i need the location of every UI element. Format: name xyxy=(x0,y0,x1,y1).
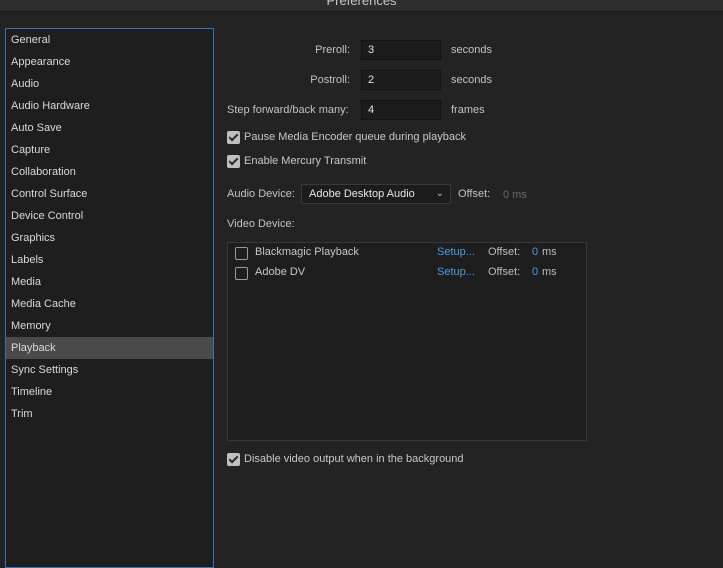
pause-encoder-checkbox[interactable] xyxy=(227,130,240,144)
device-offset-label: Offset: xyxy=(488,266,521,278)
device-offset-value[interactable]: 0 xyxy=(532,246,538,258)
sidebar-item-collaboration[interactable]: Collaboration xyxy=(6,161,213,183)
sidebar-item-playback[interactable]: Playback xyxy=(6,337,213,359)
pause-encoder-option[interactable]: Pause Media Encoder queue during playbac… xyxy=(227,129,466,145)
sidebar-item-graphics[interactable]: Graphics xyxy=(6,227,213,249)
disable-background-checkbox[interactable] xyxy=(227,452,240,466)
sidebar-item-media[interactable]: Media xyxy=(6,271,213,293)
sidebar-item-capture[interactable]: Capture xyxy=(6,139,213,161)
postroll-label: Postroll: xyxy=(310,74,350,86)
sidebar-item-device-control[interactable]: Device Control xyxy=(6,205,213,227)
video-device-row: Blackmagic Playback Setup... Offset: 0 m… xyxy=(228,243,586,263)
chevron-down-icon: ⌄ xyxy=(435,188,444,199)
device-offset-value[interactable]: 0 xyxy=(532,266,538,278)
video-device-row: Adobe DV Setup... Offset: 0 ms xyxy=(228,263,586,283)
sidebar-item-audio[interactable]: Audio xyxy=(6,73,213,95)
preferences-sidebar: General Appearance Audio Audio Hardware … xyxy=(5,28,214,568)
blackmagic-checkbox[interactable] xyxy=(235,247,248,260)
video-device-list: Blackmagic Playback Setup... Offset: 0 m… xyxy=(227,242,587,441)
sidebar-item-auto-save[interactable]: Auto Save xyxy=(6,117,213,139)
audio-device-value: Adobe Desktop Audio xyxy=(309,188,415,200)
sidebar-item-control-surface[interactable]: Control Surface xyxy=(6,183,213,205)
postroll-input[interactable]: 2 xyxy=(361,70,441,90)
setup-link[interactable]: Setup... xyxy=(437,266,475,278)
audio-device-select[interactable]: Adobe Desktop Audio ⌄ xyxy=(301,184,451,204)
disable-background-option[interactable]: Disable video output when in the backgro… xyxy=(227,451,464,467)
sidebar-item-media-cache[interactable]: Media Cache xyxy=(6,293,213,315)
audio-offset-label: Offset: xyxy=(458,188,491,200)
audio-device-label: Audio Device: xyxy=(227,188,295,200)
step-input[interactable]: 4 xyxy=(361,100,441,120)
mercury-transmit-option[interactable]: Enable Mercury Transmit xyxy=(227,153,366,169)
sidebar-item-timeline[interactable]: Timeline xyxy=(6,381,213,403)
step-label: Step forward/back many: xyxy=(227,104,349,116)
sidebar-item-labels[interactable]: Labels xyxy=(6,249,213,271)
sidebar-item-memory[interactable]: Memory xyxy=(6,315,213,337)
sidebar-item-sync-settings[interactable]: Sync Settings xyxy=(6,359,213,381)
preroll-unit: seconds xyxy=(451,44,492,56)
step-unit: frames xyxy=(451,104,485,116)
mercury-transmit-checkbox[interactable] xyxy=(227,154,240,168)
device-offset-label: Offset: xyxy=(488,246,521,258)
device-name: Blackmagic Playback xyxy=(255,246,359,258)
device-offset-unit: ms xyxy=(542,266,557,278)
disable-background-label: Disable video output when in the backgro… xyxy=(244,453,464,465)
window-title: Preferences xyxy=(326,0,397,8)
pause-encoder-label: Pause Media Encoder queue during playbac… xyxy=(244,131,466,143)
adobe-dv-checkbox[interactable] xyxy=(235,267,248,280)
postroll-unit: seconds xyxy=(451,74,492,86)
device-offset-unit: ms xyxy=(542,246,557,258)
title-bar: Preferences xyxy=(0,0,723,12)
video-device-label: Video Device: xyxy=(227,218,295,230)
preroll-label: Preroll: xyxy=(315,44,350,56)
sidebar-item-audio-hardware[interactable]: Audio Hardware xyxy=(6,95,213,117)
setup-link[interactable]: Setup... xyxy=(437,246,475,258)
preroll-input[interactable]: 3 xyxy=(361,40,441,60)
sidebar-item-general[interactable]: General xyxy=(6,29,213,51)
mercury-transmit-label: Enable Mercury Transmit xyxy=(244,155,367,167)
audio-offset-value: 0 ms xyxy=(503,189,527,201)
device-name: Adobe DV xyxy=(255,266,306,278)
sidebar-item-trim[interactable]: Trim xyxy=(6,403,213,425)
sidebar-item-appearance[interactable]: Appearance xyxy=(6,51,213,73)
